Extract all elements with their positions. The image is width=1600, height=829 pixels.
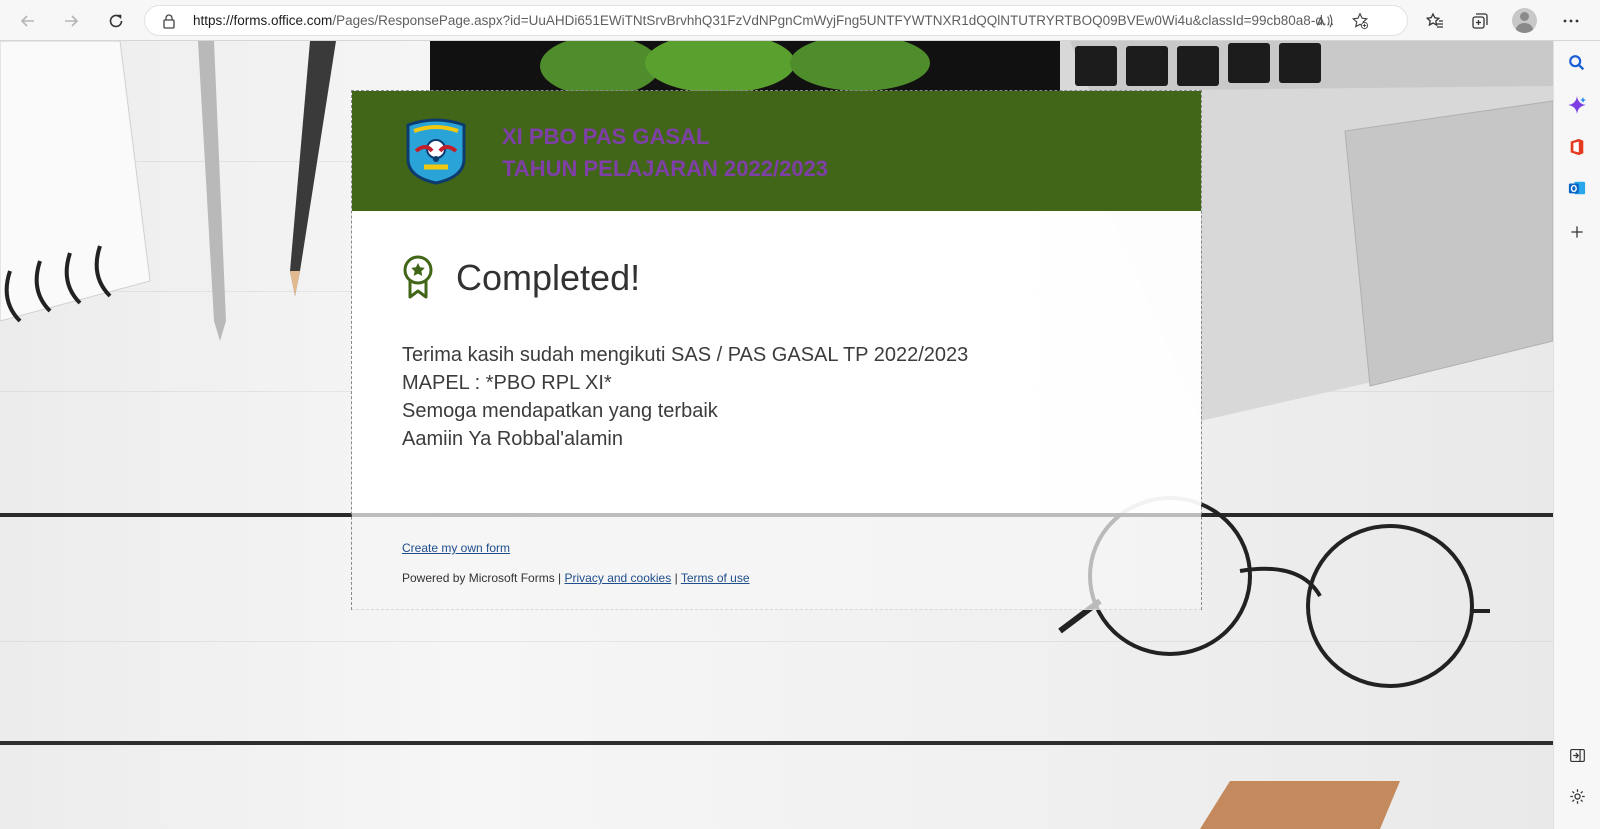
browser-toolbar: https://forms.office.com/Pages/ResponseP… (0, 0, 1600, 41)
completion-heading: Completed! (456, 257, 641, 298)
lock-icon[interactable] (161, 13, 177, 29)
search-icon[interactable] (1566, 52, 1588, 74)
office-icon[interactable] (1566, 136, 1588, 158)
hide-sidebar-icon[interactable] (1566, 744, 1588, 766)
message-line-4: Aamiin Ya Robbal'alamin (402, 428, 623, 450)
copilot-icon[interactable] (1566, 94, 1588, 116)
footer-separator: | (674, 571, 678, 585)
add-icon[interactable] (1566, 221, 1588, 243)
collections-icon[interactable] (1465, 6, 1495, 36)
message-line-2: MAPEL : *PBO RPL XI* (402, 372, 612, 394)
thank-you-message: Terima kasih sudah mengikuti SAS / PAS G… (402, 341, 968, 453)
terms-link[interactable]: Terms of use (681, 571, 750, 585)
back-icon[interactable] (13, 6, 43, 36)
forward-icon[interactable] (56, 6, 86, 36)
svg-text:A: A (1317, 15, 1325, 29)
powered-by-line: Powered by Microsoft Forms | Privacy and… (402, 571, 750, 585)
form-body: Completed! Terima kasih sudah mengikuti … (352, 211, 1201, 513)
privacy-link[interactable]: Privacy and cookies (565, 571, 672, 585)
profile-avatar[interactable] (1512, 8, 1537, 33)
url-text[interactable]: https://forms.office.com/Pages/ResponseP… (193, 13, 1333, 28)
form-header: XI PBO PAS GASAL TAHUN PELAJARAN 2022/20… (352, 91, 1201, 211)
award-ribbon-icon (403, 255, 433, 299)
favorites-icon[interactable] (1420, 6, 1450, 36)
add-favorite-icon[interactable] (1350, 11, 1370, 31)
powered-by-text: Powered by Microsoft Forms | (402, 571, 562, 585)
school-logo (406, 118, 466, 185)
form-title-line-1: XI PBO PAS GASAL (502, 124, 710, 149)
refresh-icon[interactable] (101, 6, 131, 36)
more-icon[interactable] (1556, 6, 1586, 36)
form-footer: Create my own form Powered by Microsoft … (352, 513, 1201, 610)
address-bar[interactable]: https://forms.office.com/Pages/ResponseP… (144, 5, 1408, 36)
url-path: /Pages/ResponsePage.aspx?id=UuAHDi651EWi… (332, 13, 1333, 28)
form-card: XI PBO PAS GASAL TAHUN PELAJARAN 2022/20… (351, 90, 1202, 610)
form-title-line-2: TAHUN PELAJARAN 2022/2023 (502, 156, 829, 181)
page-background: XI PBO PAS GASAL TAHUN PELAJARAN 2022/20… (0, 41, 1553, 829)
outlook-icon[interactable] (1566, 177, 1588, 199)
form-title: XI PBO PAS GASAL TAHUN PELAJARAN 2022/20… (502, 121, 828, 185)
read-aloud-icon[interactable]: A (1315, 11, 1335, 31)
url-host: https://forms.office.com (193, 13, 333, 28)
settings-icon[interactable] (1566, 785, 1588, 807)
browser-sidebar (1553, 41, 1600, 829)
message-line-1: Terima kasih sudah mengikuti SAS / PAS G… (402, 344, 969, 366)
message-line-3: Semoga mendapatkan yang terbaik (402, 400, 718, 422)
create-my-own-form-link[interactable]: Create my own form (402, 541, 510, 555)
